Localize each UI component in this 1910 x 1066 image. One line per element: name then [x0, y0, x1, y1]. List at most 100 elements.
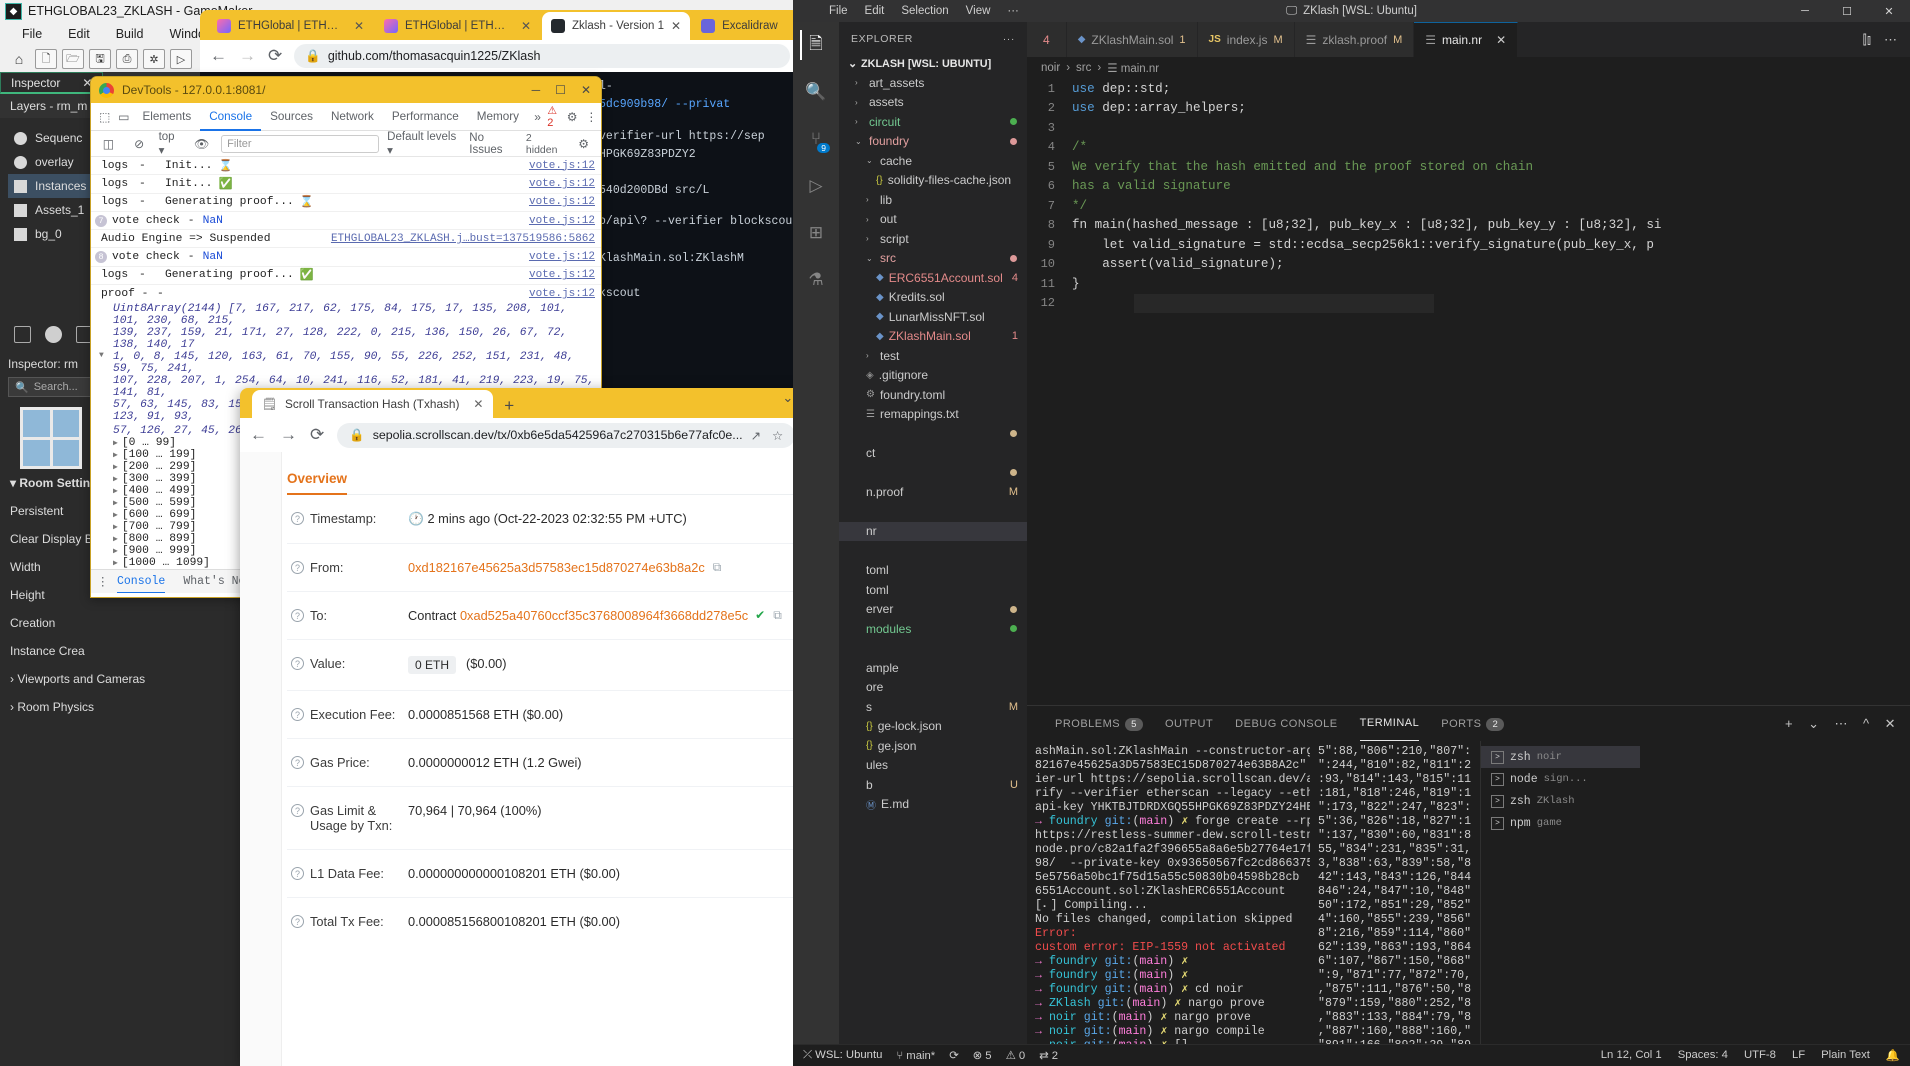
tree-item-remappings-txt[interactable]: ☰ remappings.txt	[839, 405, 1027, 425]
chrome-toolbar[interactable]: ← → ⟳ 🔒 github.com/thomasacquin1225/ZKla…	[200, 40, 800, 72]
tree-item-ore[interactable]: ore	[839, 678, 1027, 698]
new-file-icon[interactable]: 🗋	[35, 49, 57, 69]
tree-item[interactable]	[839, 463, 1027, 483]
help-icon[interactable]: ?	[291, 609, 304, 622]
overview-tab[interactable]: Overview	[287, 470, 863, 495]
notifications-icon[interactable]: 🔔	[1886, 1049, 1900, 1062]
terminal-body[interactable]: ashMain.sol:ZKlashMain --constructor-arg…	[1027, 741, 1910, 1044]
tree-item-modules[interactable]: modules	[839, 619, 1027, 639]
chevron-more-icon[interactable]: »	[528, 107, 547, 127]
log-row[interactable]: logs - Generating proof... ⌛ vote.js:12	[91, 194, 601, 212]
devtools-tabstrip[interactable]: ⬚ ▭ Elements Console Sources Network Per…	[91, 103, 601, 131]
to-address-link[interactable]: 0xad525a40760ccf35c3768008964f3668dd278e…	[460, 608, 748, 623]
tab-memory[interactable]: Memory	[468, 103, 528, 131]
status-bar[interactable]: ⤫ WSL: Ubuntu ⑂ main* ⟳ ⊗ 5 ⚠ 0 ⇄ 2 Ln 1…	[793, 1044, 1910, 1066]
vscode-menubar[interactable]: File Edit Selection View ···	[829, 0, 1019, 22]
expand-triangle-icon[interactable]: ▶	[113, 546, 118, 556]
status-right-group[interactable]: Ln 12, Col 1 Spaces: 4 UTF-8 LF Plain Te…	[1601, 1049, 1900, 1062]
tab-problems[interactable]: PROBLEMS 5	[1055, 717, 1143, 731]
indentation[interactable]: Spaces: 4	[1678, 1049, 1728, 1062]
source-link[interactable]: vote.js:12	[529, 288, 595, 300]
menu-edit[interactable]: Edit	[68, 27, 90, 41]
log-row[interactable]: logs - Init... ✅ vote.js:12	[91, 175, 601, 194]
expand-triangle-icon[interactable]: ▶	[113, 462, 118, 472]
device-toolbar-icon[interactable]: ▭	[114, 107, 133, 127]
tree-item-b[interactable]: bU	[839, 775, 1027, 795]
error-count-badge[interactable]: ⚠ 2	[547, 104, 562, 129]
tree-item-lib[interactable]: › lib	[839, 190, 1027, 210]
sync-icon[interactable]: ⟳	[949, 1049, 958, 1062]
window-controls[interactable]: ─ ☐ ✕	[532, 83, 601, 97]
maximize-icon[interactable]: ☐	[555, 83, 566, 97]
back-icon[interactable]: ←	[210, 46, 227, 66]
menu-selection[interactable]: Selection	[901, 5, 948, 17]
close-icon[interactable]: ✕	[1868, 0, 1910, 22]
maximize-icon[interactable]: ☐	[1826, 0, 1868, 22]
explorer-sidebar[interactable]: EXPLORER ··· ⌄ ZKLASH [WSL: UBUNTU] › art…	[839, 22, 1027, 1044]
expand-triangle-icon[interactable]: ▶	[113, 534, 118, 544]
breadcrumb[interactable]: noir › src › ☰ main.nr	[1027, 57, 1910, 79]
menu-view[interactable]: View	[966, 5, 991, 17]
source-link[interactable]: vote.js:12	[529, 215, 595, 227]
expand-triangle-icon[interactable]: ▶	[113, 450, 118, 460]
drawer-tab-console[interactable]: Console	[117, 570, 166, 593]
code-editor[interactable]: 1 use dep::std; 2 use dep::array_helpers; …	[1027, 79, 1910, 705]
bottom-panel[interactable]: PROBLEMS 5 OUTPUT DEBUG CONSOLE TERMINAL …	[1027, 705, 1910, 1044]
tab-sources[interactable]: Sources	[261, 103, 322, 131]
terminal-list-item-npm[interactable]: > npm game	[1481, 812, 1640, 834]
tree-item-erc6551account-sol[interactable]: ◆ ERC6551Account.sol 4	[839, 268, 1027, 288]
tab-index-js[interactable]: JS index.js M	[1197, 22, 1295, 57]
split-editor-icon[interactable]: ⫿⫾	[1863, 32, 1871, 48]
menu-file[interactable]: File	[22, 27, 42, 41]
source-link[interactable]: vote.js:12	[529, 178, 595, 190]
vscode-window[interactable]: File Edit Selection View ··· 🖵 ZKlash [WS…	[793, 0, 1910, 1066]
tree-item-kredits-sol[interactable]: ◆ Kredits.sol	[839, 288, 1027, 308]
tab-zklash-proof[interactable]: ☰ zklash.proof M	[1294, 22, 1415, 57]
help-icon[interactable]: ?	[291, 915, 304, 928]
ports-status[interactable]: ⇄ 2	[1039, 1049, 1058, 1062]
issues-label[interactable]: No Issues	[469, 132, 518, 156]
log-row[interactable]: logs - Init... ⌛ vote.js:12	[91, 157, 601, 176]
clear-console-icon[interactable]: ⊘	[128, 134, 151, 154]
tree-item-foundry-toml[interactable]: ⚙ foundry.toml	[839, 385, 1027, 405]
breadcrumb-file[interactable]: ☰ main.nr	[1107, 61, 1159, 75]
tree-item-script[interactable]: › script	[839, 229, 1027, 249]
help-icon[interactable]: ?	[291, 804, 304, 817]
help-icon[interactable]: ?	[291, 657, 304, 670]
tree-item-solidity-files-cache-json[interactable]: {} solidity-files-cache.json	[839, 171, 1027, 191]
copy-icon[interactable]: ⧉	[713, 560, 722, 575]
tree-item[interactable]	[839, 541, 1027, 561]
browser-tab-active[interactable]: 🗒 Scroll Transaction Hash (Txhash) ✕	[252, 390, 494, 418]
reload-icon[interactable]: ⟳	[310, 425, 324, 445]
breadcrumb-src[interactable]: src	[1076, 62, 1091, 74]
tree-item-ules[interactable]: ules	[839, 756, 1027, 776]
help-icon[interactable]: ?	[291, 512, 304, 525]
back-icon[interactable]: ←	[250, 425, 267, 445]
extensions-icon[interactable]: ⊞	[801, 218, 831, 248]
tree-item-s[interactable]: sM	[839, 697, 1027, 717]
terminal-output-left[interactable]: ashMain.sol:ZKlashMain --constructor-arg…	[1027, 741, 1310, 1044]
console-sidebar-icon[interactable]: ◫	[97, 134, 120, 154]
tab-debug-console[interactable]: DEBUG CONSOLE	[1235, 718, 1337, 730]
browser-tab-active[interactable]: Zklash - Version 1 ✕	[542, 12, 691, 40]
terminal-list-item-node[interactable]: > node sign...	[1481, 768, 1640, 790]
tree-item-art-assets[interactable]: › art_assets	[839, 73, 1027, 93]
tab-elements[interactable]: Elements	[133, 103, 200, 131]
tree-item-toml[interactable]: toml	[839, 561, 1027, 581]
language-mode[interactable]: Plain Text	[1821, 1049, 1870, 1062]
tree-item[interactable]	[839, 639, 1027, 659]
help-icon[interactable]: ?	[291, 867, 304, 880]
tree-item-toml[interactable]: toml	[839, 580, 1027, 600]
tree-item-foundry[interactable]: ⌄ foundry	[839, 132, 1027, 152]
minimize-icon[interactable]: ─	[1784, 0, 1826, 22]
menu-file[interactable]: File	[829, 5, 848, 17]
add-terminal-icon[interactable]: +	[1785, 716, 1793, 731]
workspace-root[interactable]: ⌄ ZKLASH [WSL: UBUNTU]	[839, 55, 1027, 73]
copy-icon[interactable]: ⧉	[773, 608, 782, 623]
tree-item-out[interactable]: › out	[839, 210, 1027, 230]
window-controls[interactable]: ─ ☐ ✕	[1784, 0, 1910, 22]
tab-performance[interactable]: Performance	[383, 103, 468, 131]
from-address-link[interactable]: 0xd182167e45625a3d57583ec15d870274e63b8a…	[408, 560, 705, 575]
tab-terminal[interactable]: TERMINAL	[1359, 707, 1420, 741]
tab-console[interactable]: Console	[200, 103, 262, 131]
